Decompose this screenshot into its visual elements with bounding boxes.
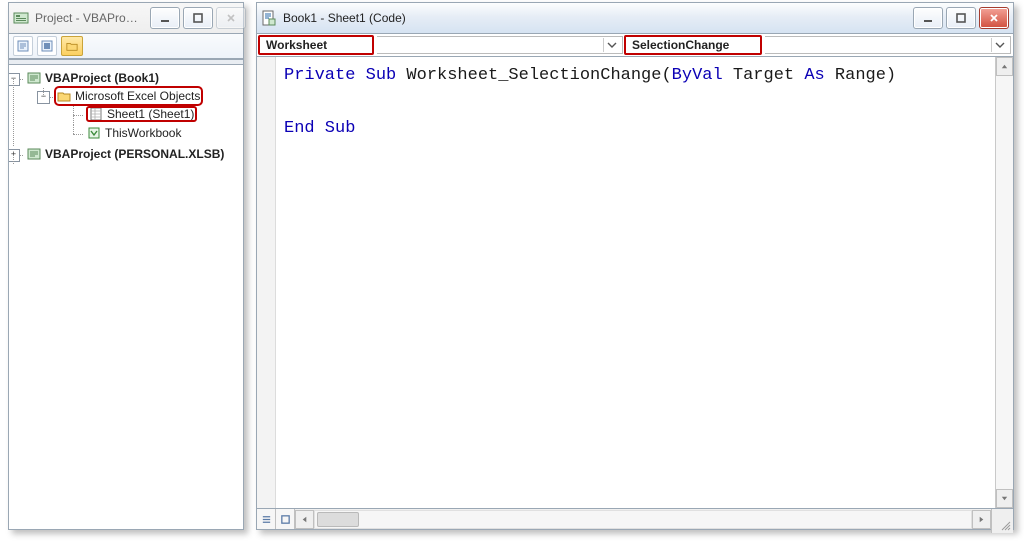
procedure-dropdown-extra[interactable] — [765, 36, 1011, 54]
scroll-up-icon[interactable] — [996, 57, 1013, 76]
vertical-scrollbar[interactable] — [995, 57, 1013, 508]
code-keyword: End Sub — [284, 119, 355, 138]
object-dropdown[interactable]: Worksheet — [259, 36, 373, 54]
folder-icon — [57, 89, 71, 103]
vba-app-icon — [13, 10, 29, 26]
code-titlebar[interactable]: Book1 - Sheet1 (Code) — [257, 3, 1013, 34]
tree-folder-excel-objects[interactable]: Microsoft Excel Objects — [57, 89, 200, 103]
code-margin — [257, 57, 276, 508]
expander-icon[interactable]: + — [9, 149, 20, 162]
code-keyword: As — [804, 66, 824, 85]
code-editor[interactable]: Private Sub Worksheet_SelectionChange(By… — [276, 57, 995, 508]
tree-vbaproject-personal[interactable]: VBAProject (PERSONAL.XLSB) — [45, 147, 224, 161]
scroll-right-icon[interactable] — [972, 510, 991, 529]
vba-module-icon — [261, 10, 277, 26]
scroll-down-icon[interactable] — [996, 489, 1013, 508]
tree-item-label: ThisWorkbook — [105, 126, 181, 140]
full-module-view-icon[interactable] — [276, 509, 295, 529]
maximize-button[interactable] — [946, 7, 976, 29]
horizontal-scrollbar[interactable] — [295, 509, 991, 529]
close-button[interactable] — [979, 7, 1009, 29]
vba-project-icon — [27, 71, 41, 85]
code-text: Target — [723, 66, 805, 85]
project-explorer-window: Project - VBAPro… − — [8, 2, 244, 530]
tree-vbaproject-book1[interactable]: VBAProject (Book1) — [45, 71, 159, 85]
scroll-track[interactable] — [996, 76, 1013, 489]
code-dropdown-row: Worksheet SelectionChange — [257, 34, 1013, 57]
procedure-dropdown[interactable]: SelectionChange — [625, 36, 761, 54]
code-keyword: ByVal — [672, 66, 723, 85]
project-title-text: Project - VBAPro… — [35, 11, 138, 25]
close-button[interactable] — [216, 7, 246, 29]
toggle-folders-icon[interactable] — [61, 36, 83, 56]
code-window: Book1 - Sheet1 (Code) Worksheet Selectio… — [256, 2, 1014, 530]
code-text: Worksheet_SelectionChange( — [396, 66, 671, 85]
project-tree: − VBAProject (Book1) − — [9, 65, 243, 529]
resize-grip-icon[interactable] — [991, 509, 1013, 533]
sheet-icon — [89, 107, 103, 121]
vba-project-icon — [27, 147, 41, 161]
procedure-view-icon[interactable] — [257, 509, 276, 529]
tree-item-sheet1[interactable]: Sheet1 (Sheet1) — [87, 107, 196, 121]
expander-icon[interactable]: − — [37, 91, 50, 104]
scroll-thumb[interactable] — [317, 512, 359, 527]
project-toolbar — [9, 34, 243, 59]
scroll-left-icon[interactable] — [295, 510, 314, 529]
code-keyword: Private Sub — [284, 66, 396, 85]
procedure-dropdown-value: SelectionChange — [628, 38, 758, 52]
code-text: Range) — [825, 66, 896, 85]
scroll-track[interactable] — [314, 510, 972, 529]
project-titlebar[interactable]: Project - VBAPro… — [9, 3, 243, 34]
workbook-icon — [87, 126, 101, 140]
code-title-text: Book1 - Sheet1 (Code) — [283, 11, 406, 25]
object-dropdown-value: Worksheet — [262, 38, 370, 52]
tree-folder-label: Microsoft Excel Objects — [75, 89, 200, 103]
expander-icon[interactable]: − — [9, 73, 20, 86]
view-object-icon[interactable] — [37, 36, 57, 56]
view-code-icon[interactable] — [13, 36, 33, 56]
maximize-button[interactable] — [183, 7, 213, 29]
object-dropdown-extra[interactable] — [377, 36, 623, 54]
minimize-button[interactable] — [913, 7, 943, 29]
tree-item-label: Sheet1 (Sheet1) — [107, 107, 194, 121]
minimize-button[interactable] — [150, 7, 180, 29]
chevron-down-icon — [603, 38, 620, 52]
chevron-down-icon — [991, 38, 1008, 52]
tree-item-thisworkbook[interactable]: ThisWorkbook — [87, 126, 181, 140]
